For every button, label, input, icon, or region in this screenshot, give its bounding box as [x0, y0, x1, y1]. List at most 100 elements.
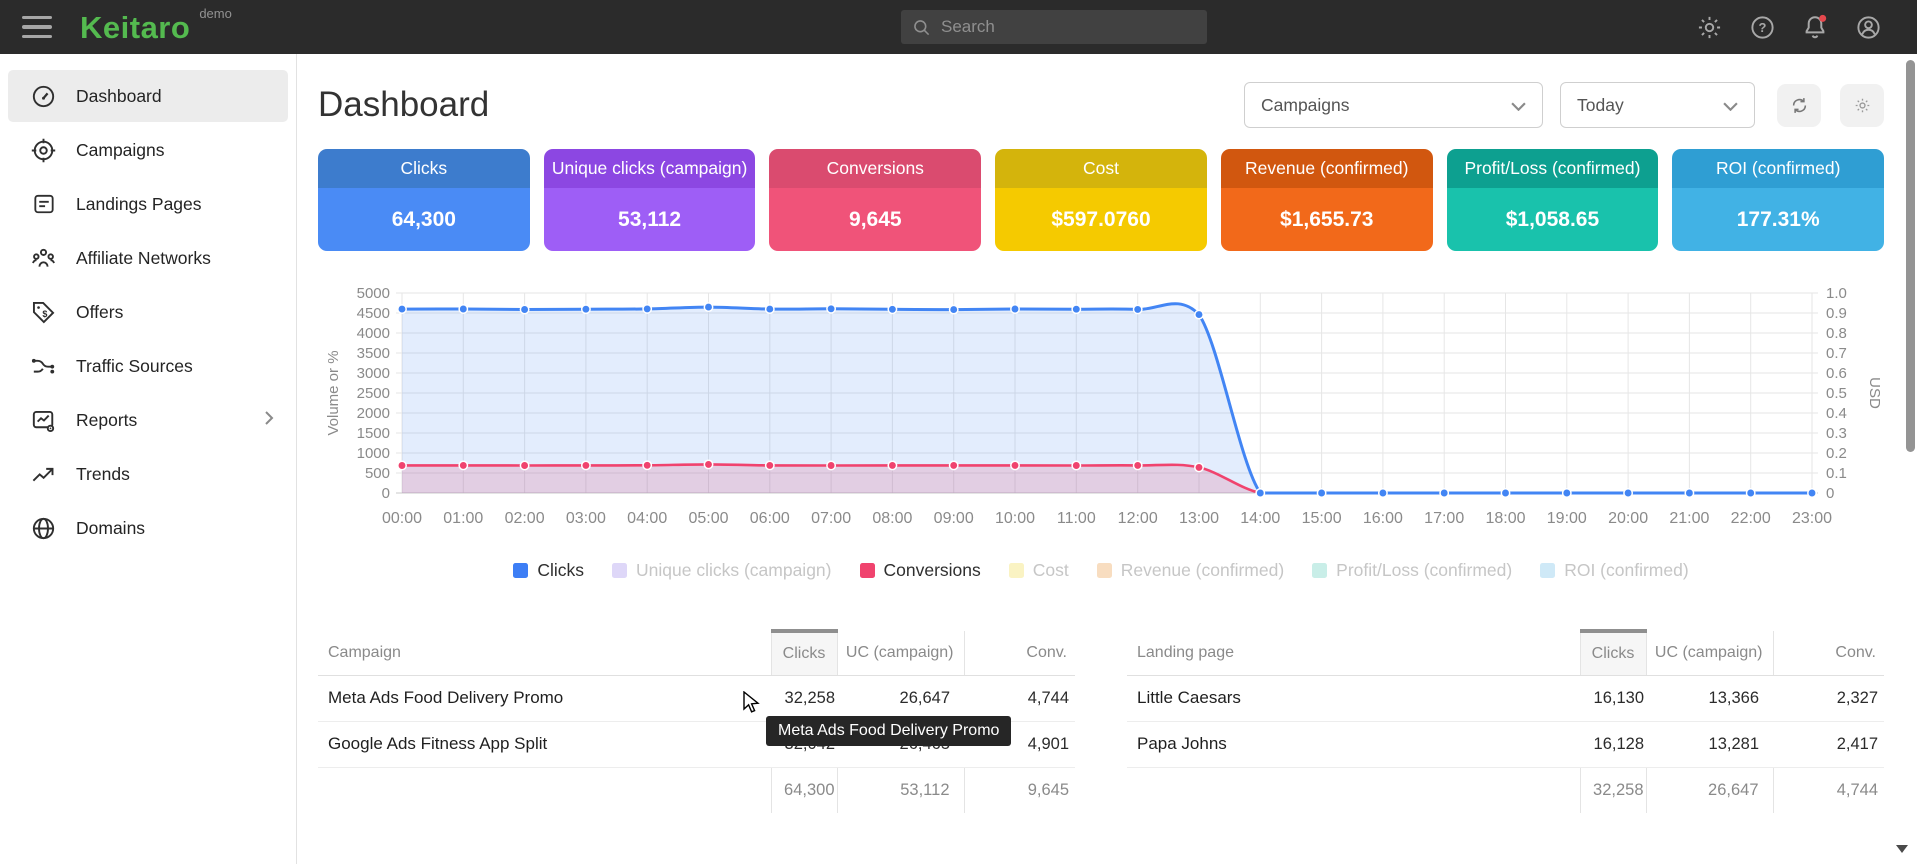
svg-text:05:00: 05:00	[688, 510, 728, 527]
scroll-down-arrow-icon[interactable]	[1896, 845, 1908, 853]
trends-icon	[30, 461, 57, 488]
svg-text:09:00: 09:00	[934, 510, 974, 527]
entity-filter-select[interactable]: Campaigns	[1244, 82, 1543, 128]
stat-card-conversions[interactable]: Conversions9,645	[769, 149, 981, 251]
menu-toggle-icon[interactable]	[22, 16, 52, 38]
sidebar-item-traffic-sources[interactable]: Traffic Sources	[8, 340, 288, 392]
totals-cell: 32,258	[1580, 767, 1646, 813]
notifications-bell-icon[interactable]	[1800, 12, 1830, 42]
dashboard-settings-button[interactable]	[1840, 84, 1884, 127]
svg-text:01:00: 01:00	[443, 510, 483, 527]
sidebar-item-landings-pages[interactable]: Landings Pages	[8, 178, 288, 230]
stat-card-cost[interactable]: Cost$597.0760	[995, 149, 1207, 251]
svg-text:02:00: 02:00	[505, 510, 545, 527]
stat-card-value: $597.0760	[995, 188, 1207, 251]
date-range-select[interactable]: Today	[1560, 82, 1755, 128]
svg-text:0.8: 0.8	[1826, 325, 1847, 342]
sidebar-item-offers[interactable]: $Offers	[8, 286, 288, 338]
svg-text:11:00: 11:00	[1057, 510, 1096, 527]
sidebar-item-trends[interactable]: Trends	[8, 448, 288, 500]
svg-text:06:00: 06:00	[750, 510, 790, 527]
legend-label: Profit/Loss (confirmed)	[1336, 560, 1512, 581]
legend-item-profit-loss-confirmed[interactable]: Profit/Loss (confirmed)	[1312, 560, 1512, 581]
row-value-cell: 16,130	[1580, 675, 1646, 721]
legend-item-roi-confirmed[interactable]: ROI (confirmed)	[1540, 560, 1688, 581]
stat-card-label: Cost	[995, 149, 1207, 188]
sidebar-item-affiliate-networks[interactable]: Affiliate Networks	[8, 232, 288, 284]
legend-swatch	[1540, 563, 1555, 578]
svg-text:16:00: 16:00	[1363, 510, 1403, 527]
column-header-conv[interactable]: Conv.	[1773, 631, 1884, 675]
svg-text:23:00: 23:00	[1792, 510, 1832, 527]
stat-card-unique-clicks-campaign[interactable]: Unique clicks (campaign)53,112	[544, 149, 756, 251]
legend-item-revenue-confirmed[interactable]: Revenue (confirmed)	[1097, 560, 1284, 581]
row-name-cell: Meta Ads Food Delivery Promo	[318, 675, 771, 721]
legend-label: Revenue (confirmed)	[1121, 560, 1284, 581]
stat-card-value: 53,112	[544, 188, 756, 251]
help-icon[interactable]: ?	[1747, 12, 1777, 42]
legend-item-conversions[interactable]: Conversions	[860, 560, 981, 581]
stat-card-value: 9,645	[769, 188, 981, 251]
refresh-icon	[1789, 95, 1810, 116]
settings-icon[interactable]	[1694, 12, 1724, 42]
legend-item-clicks[interactable]: Clicks	[513, 560, 584, 581]
refresh-button[interactable]	[1777, 84, 1821, 127]
domains-icon	[30, 515, 57, 542]
legend-swatch	[860, 563, 875, 578]
stat-card-label: Clicks	[318, 149, 530, 188]
svg-text:4000: 4000	[357, 325, 390, 342]
legend-label: Conversions	[884, 560, 981, 581]
search-icon	[912, 18, 931, 37]
sidebar-item-domains[interactable]: Domains	[8, 502, 288, 554]
account-icon[interactable]	[1853, 12, 1883, 42]
row-value-cell: 13,366	[1646, 675, 1773, 721]
table-row[interactable]: Papa Johns16,12813,2812,417	[1127, 721, 1884, 767]
traffic-sources-icon	[30, 353, 57, 380]
row-value-cell: 13,281	[1646, 721, 1773, 767]
stat-card-roi-confirmed[interactable]: ROI (confirmed)177.31%	[1672, 149, 1884, 251]
sidebar-item-label: Affiliate Networks	[76, 248, 211, 269]
column-header-uc-campaign[interactable]: UC (campaign)	[837, 631, 964, 675]
legend-item-unique-clicks-campaign[interactable]: Unique clicks (campaign)	[612, 560, 832, 581]
chevron-right-icon	[264, 410, 274, 431]
svg-text:21:00: 21:00	[1669, 510, 1709, 527]
column-header-conv[interactable]: Conv.	[964, 631, 1075, 675]
table-row[interactable]: Little Caesars16,13013,3662,327	[1127, 675, 1884, 721]
main-content: Dashboard Campaigns Today	[297, 54, 1917, 864]
sidebar-item-campaigns[interactable]: Campaigns	[8, 124, 288, 176]
column-header-campaign[interactable]: Campaign	[318, 631, 771, 675]
table-totals-row: 32,25826,6474,744	[1127, 767, 1884, 813]
column-header-uc-campaign[interactable]: UC (campaign)	[1646, 631, 1773, 675]
scrollbar-thumb[interactable]	[1906, 60, 1915, 452]
svg-text:$: $	[42, 308, 47, 318]
keitaro-app: Keitaro demo ? DashboardCampaignsLanding…	[0, 0, 1917, 864]
dashboard-icon	[30, 83, 57, 110]
page-header: Dashboard Campaigns Today	[318, 80, 1884, 130]
legend-label: Unique clicks (campaign)	[636, 560, 832, 581]
table-row[interactable]: Meta Ads Food Delivery Promo32,25826,647…	[318, 675, 1075, 721]
legend-swatch	[1097, 563, 1112, 578]
brand-logo[interactable]: Keitaro	[80, 12, 190, 43]
stat-card-clicks[interactable]: Clicks64,300	[318, 149, 530, 251]
sidebar-item-dashboard[interactable]: Dashboard	[8, 70, 288, 122]
gear-icon	[1853, 96, 1872, 115]
svg-text:18:00: 18:00	[1485, 510, 1525, 527]
legend-item-cost[interactable]: Cost	[1009, 560, 1069, 581]
row-name-cell: Papa Johns	[1127, 721, 1580, 767]
column-header-clicks[interactable]: Clicks	[771, 631, 837, 675]
totals-cell	[1127, 767, 1580, 813]
stat-card-label: Profit/Loss (confirmed)	[1447, 149, 1659, 188]
stat-card-revenue-confirmed[interactable]: Revenue (confirmed)$1,655.73	[1221, 149, 1433, 251]
search-input[interactable]	[941, 17, 1196, 37]
global-search[interactable]	[901, 10, 1207, 44]
stat-card-profit-loss-confirmed[interactable]: Profit/Loss (confirmed)$1,058.65	[1447, 149, 1659, 251]
legend-swatch	[1009, 563, 1024, 578]
sidebar-item-reports[interactable]: Reports	[8, 394, 288, 446]
column-header-clicks[interactable]: Clicks	[1580, 631, 1646, 675]
svg-text:17:00: 17:00	[1424, 510, 1464, 527]
stat-card-value: $1,058.65	[1447, 188, 1659, 251]
affiliate-networks-icon	[30, 245, 57, 272]
column-header-landing-page[interactable]: Landing page	[1127, 631, 1580, 675]
row-name-cell: Little Caesars	[1127, 675, 1580, 721]
svg-text:12:00: 12:00	[1118, 510, 1158, 527]
